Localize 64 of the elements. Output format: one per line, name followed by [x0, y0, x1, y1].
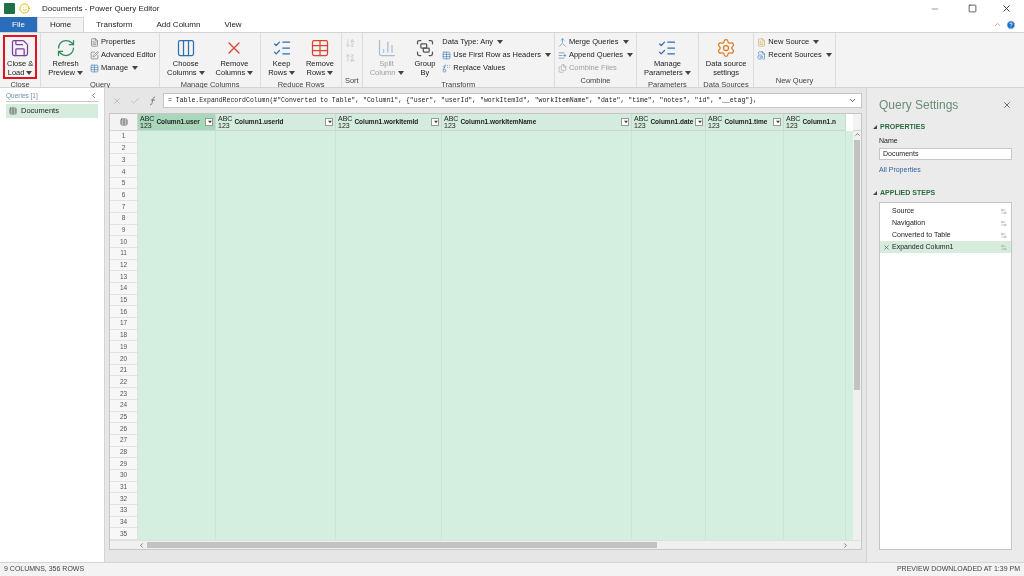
window-title: Documents - Power Query Editor	[42, 2, 160, 15]
document-icon	[89, 37, 99, 47]
delete-step-icon[interactable]	[882, 243, 890, 251]
collapse-ribbon-icon[interactable]	[993, 20, 1002, 29]
ribbon-tab[interactable]: View	[212, 17, 254, 32]
collapse-triangle-icon[interactable]	[873, 125, 877, 130]
scroll-right-icon[interactable]	[842, 541, 849, 549]
document-icon	[757, 37, 767, 47]
filter-dropdown-icon[interactable]	[773, 118, 781, 126]
append-icon	[557, 50, 567, 60]
filter-dropdown-icon[interactable]	[695, 118, 704, 126]
replace-icon	[442, 63, 452, 73]
collapse-icon[interactable]	[89, 91, 98, 100]
panel-title: Query Settings	[879, 97, 960, 114]
check-icon[interactable]	[130, 95, 140, 106]
help-icon[interactable]	[1006, 20, 1016, 30]
table-menu-icon[interactable]	[119, 118, 128, 126]
caret-icon	[208, 120, 212, 124]
caret-icon	[776, 120, 780, 124]
scroll-up-icon[interactable]	[853, 131, 861, 138]
group-icon	[414, 38, 435, 58]
filter-dropdown-icon[interactable]	[431, 118, 439, 126]
table-cell	[784, 131, 846, 143]
excel-logo-icon	[4, 3, 15, 14]
scroll-thumb[interactable]	[854, 140, 860, 390]
table-icon	[9, 107, 17, 115]
filter-dropdown-icon[interactable]	[205, 118, 213, 126]
merge-icon	[557, 37, 567, 47]
document-gear-icon	[716, 38, 737, 58]
caret-icon	[434, 120, 438, 124]
maximize-icon[interactable]	[968, 4, 977, 13]
caret-icon	[698, 120, 703, 124]
ribbon-tab[interactable]: Home	[36, 17, 85, 32]
refresh-icon	[55, 38, 76, 58]
sort-ascending-icon	[344, 38, 355, 48]
caret-icon	[328, 120, 332, 124]
scroll-left-icon[interactable]	[138, 541, 145, 549]
collapse-triangle-icon[interactable]	[873, 190, 877, 195]
table-cross-icon	[309, 38, 330, 58]
split-column-icon	[376, 38, 397, 58]
save-icon	[10, 38, 31, 58]
clock-document-icon	[757, 50, 767, 60]
filter-dropdown-icon[interactable]	[621, 118, 629, 126]
editor-icon	[89, 50, 99, 60]
horizontal-scrollbar[interactable]	[110, 540, 861, 549]
ribbon-tab[interactable]: Transform	[84, 17, 145, 32]
columns-icon	[175, 38, 196, 58]
scroll-thumb[interactable]	[147, 542, 657, 548]
filter-dropdown-icon[interactable]	[325, 118, 333, 126]
close-icon[interactable]	[1001, 3, 1012, 14]
function-icon	[148, 95, 158, 106]
cancel-icon[interactable]	[112, 95, 122, 106]
expand-icon[interactable]	[848, 96, 857, 105]
smiley-icon	[19, 3, 30, 14]
table-icon	[89, 63, 99, 73]
caret-icon	[624, 120, 628, 124]
table-icon	[442, 50, 452, 60]
ribbon-tab[interactable]: Add Column	[144, 17, 213, 32]
files-icon	[557, 63, 567, 73]
close-icon[interactable]	[1002, 100, 1012, 110]
table-cell	[784, 528, 846, 541]
ribbon-tab[interactable]: File	[0, 17, 37, 32]
sort-descending-icon	[344, 53, 355, 63]
vertical-scrollbar[interactable]	[853, 131, 861, 540]
